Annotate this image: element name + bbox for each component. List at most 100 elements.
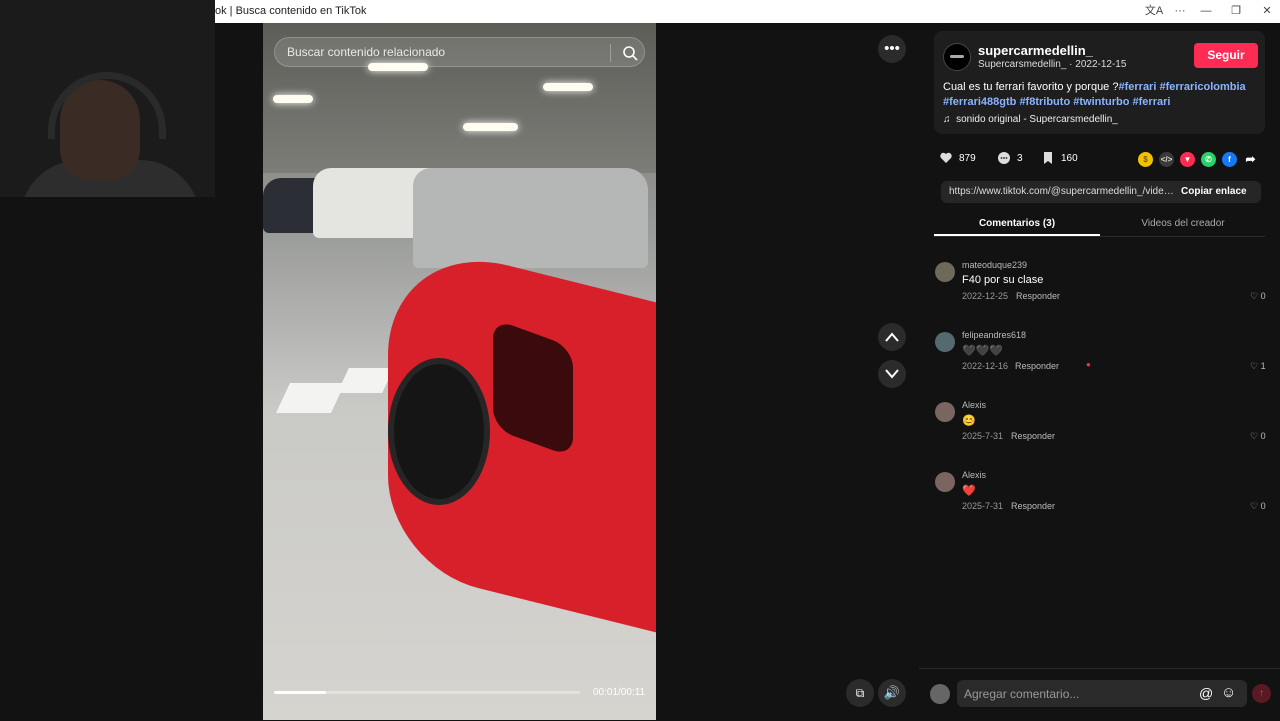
floor-stripe — [276, 383, 345, 413]
author-username[interactable]: supercarmedellin_ — [978, 43, 1093, 58]
comment-like-count: 1 — [1260, 361, 1266, 371]
post-description: Cual es tu ferrari favorito y porque ?#f… — [943, 80, 1258, 110]
parked-car — [413, 168, 648, 268]
comment-button[interactable]: 3 — [997, 150, 1023, 168]
comment-text: 😊 — [962, 415, 976, 427]
hashtag[interactable]: #f8tributo — [1019, 96, 1070, 108]
avatar[interactable] — [935, 262, 955, 282]
comment-user[interactable]: Alexis — [962, 470, 986, 480]
comment-date: 2022-12-25 — [962, 291, 1009, 301]
comment-like[interactable]: ♡ 0 — [1250, 291, 1266, 302]
chevron-up-icon — [885, 332, 899, 342]
window-title: ok | Busca contenido en TikTok — [215, 5, 367, 17]
hashtag[interactable]: #ferrari — [1133, 96, 1171, 108]
hashtag[interactable]: #ferraricolombia — [1159, 81, 1245, 93]
previous-video-button[interactable] — [878, 323, 906, 351]
save-count: 160 — [1061, 153, 1078, 164]
more-icon[interactable]: ··· — [1168, 3, 1192, 20]
repost-icon[interactable]: ▼ — [1180, 152, 1195, 167]
hashtag[interactable]: #ferrari488gtb — [943, 96, 1016, 108]
list-item: Alexis 😊 2025-7-31 Responder ♡ 0 — [935, 400, 1275, 460]
avatar[interactable] — [943, 43, 971, 71]
comment-like[interactable]: ♡ 1 — [1250, 361, 1266, 372]
more-options-button[interactable]: ••• — [878, 35, 906, 63]
headset — [48, 72, 166, 139]
comment-date: 2025-7-31 — [962, 501, 1004, 511]
video-progress-fill — [274, 691, 327, 694]
comment-like-count: 0 — [1260, 501, 1266, 511]
restore-icon[interactable]: ❐ — [1224, 3, 1248, 20]
reply-button[interactable]: Responder — [1011, 431, 1055, 441]
floor-stripe — [337, 368, 394, 393]
comment-user[interactable]: felipeandres618 — [962, 330, 1026, 340]
window-titlebar: ok | Busca contenido en TikTok 文A ··· — … — [215, 0, 1280, 23]
coin-icon[interactable]: $ — [1138, 152, 1153, 167]
action-bar: 879 3 160 $ </> ▼ ✆ f ➦ — [939, 150, 1269, 168]
close-icon[interactable]: ✕ — [1255, 3, 1279, 20]
car-wheel — [388, 358, 490, 505]
comment-user[interactable]: Alexis — [962, 400, 986, 410]
ceiling-light — [463, 123, 518, 131]
facebook-icon[interactable]: f — [1222, 152, 1237, 167]
whatsapp-icon[interactable]: ✆ — [1201, 152, 1216, 167]
follow-button[interactable]: Seguir — [1194, 43, 1258, 68]
hashtag[interactable]: #twinturbo — [1073, 96, 1129, 108]
share-url[interactable]: https://www.tiktok.com/@supercarmedellin… — [949, 186, 1175, 197]
comment-input[interactable] — [962, 686, 1196, 702]
video-player[interactable]: 00:01/00:11 — [263, 23, 656, 720]
reply-button[interactable]: Responder — [1015, 361, 1059, 371]
comment-like-count: 0 — [1260, 431, 1266, 441]
share-arrow-icon[interactable]: ➦ — [1243, 152, 1258, 167]
translate-icon[interactable]: 文A — [1142, 3, 1166, 20]
related-search-bar[interactable] — [274, 37, 645, 67]
creator-liked-icon: ● — [1086, 360, 1091, 369]
avatar[interactable] — [935, 402, 955, 422]
emoji-icon[interactable]: ☺ — [1221, 684, 1236, 701]
comment-like-count: 0 — [1260, 291, 1266, 301]
copy-link-button[interactable]: Copiar enlace — [1181, 186, 1247, 197]
ceiling-light — [273, 95, 313, 103]
comment-icon — [998, 152, 1010, 165]
minimize-icon[interactable]: — — [1194, 3, 1218, 20]
tab-comments[interactable]: Comentarios (3) — [934, 218, 1100, 229]
floating-player-button[interactable]: ⧉ — [846, 679, 874, 707]
ceiling-light — [543, 83, 593, 91]
details-panel: supercarmedellin_ Supercarsmedellin_ · 2… — [919, 23, 1280, 720]
list-item: Alexis ❤️ 2025-7-31 Responder ♡ 0 — [935, 470, 1275, 530]
active-tab-indicator — [934, 234, 1100, 236]
heart-icon — [940, 153, 952, 164]
webcam-overlay — [0, 0, 215, 197]
bookmark-icon — [1044, 152, 1052, 165]
video-progress-bar[interactable] — [274, 691, 580, 694]
comment-like[interactable]: ♡ 0 — [1250, 431, 1266, 442]
description-text: Cual es tu ferrari favorito y porque ? — [943, 81, 1119, 93]
comment-like[interactable]: ♡ 0 — [1250, 501, 1266, 512]
comment-text: 🖤🖤🖤 — [962, 345, 1004, 357]
save-button[interactable]: 160 — [1041, 150, 1078, 168]
embed-icon[interactable]: </> — [1159, 152, 1174, 167]
share-link-box: https://www.tiktok.com/@supercarmedellin… — [941, 181, 1261, 203]
tab-creator-videos[interactable]: Videos del creador — [1100, 218, 1266, 229]
music-note-icon: ♫ — [943, 114, 951, 125]
comment-date: 2025-7-31 — [962, 431, 1004, 441]
like-button[interactable]: 879 — [939, 150, 976, 168]
avatar[interactable] — [935, 332, 955, 352]
reply-button[interactable]: Responder — [1011, 501, 1055, 511]
search-input[interactable] — [285, 44, 599, 60]
hashtag[interactable]: #ferrari — [1118, 81, 1156, 93]
comment-user[interactable]: mateoduque239 — [962, 260, 1027, 270]
send-button[interactable]: ↑ — [1252, 684, 1271, 703]
post-info-card: supercarmedellin_ Supercarsmedellin_ · 2… — [934, 31, 1265, 134]
avatar — [930, 684, 950, 704]
mention-icon[interactable]: @ — [1199, 685, 1213, 701]
comment-text: ❤️ — [962, 485, 976, 497]
comment-field[interactable]: @ ☺ — [957, 680, 1247, 707]
music-row[interactable]: ♫ sonido original - Supercarsmedellin_ — [943, 114, 1118, 125]
next-video-button[interactable] — [878, 360, 906, 388]
comment-count: 3 — [1017, 153, 1023, 164]
volume-button[interactable]: 🔊 — [878, 679, 906, 707]
like-count: 879 — [959, 153, 976, 164]
reply-button[interactable]: Responder — [1016, 291, 1060, 301]
avatar[interactable] — [935, 472, 955, 492]
search-icon[interactable] — [621, 44, 639, 62]
